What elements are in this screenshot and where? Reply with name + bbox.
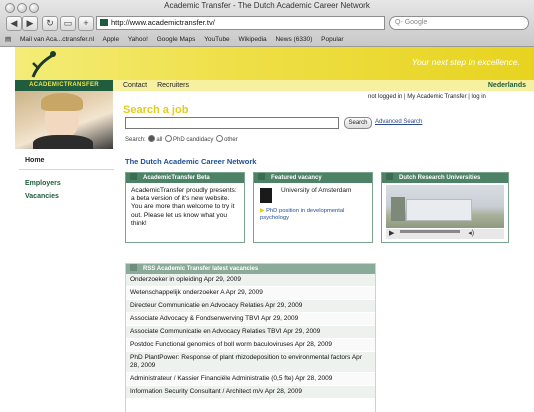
university-logo-icon [260,188,272,203]
featured-vacancy-box: Featured vacancy University of Amsterdam… [253,172,373,243]
url-bar[interactable]: http://www.academictransfer.tv/ [96,16,385,30]
bookmark-item[interactable]: News (6330) [275,36,312,43]
rss-item[interactable]: PhD PlantPower: Response of plant rhizod… [126,352,375,373]
box-header-icon [130,173,137,180]
back-icon[interactable]: ◀ [6,16,22,31]
rss-item[interactable]: Postdoc Functional genomics of boll worm… [126,339,375,352]
search-button[interactable]: Search [344,117,372,129]
bookmarks-icon[interactable]: ▤ [5,36,11,43]
bookmark-item[interactable]: Wikipedia [238,36,266,43]
header-photo [15,91,113,149]
bookmark-item[interactable]: Apple [102,36,119,43]
radio-all[interactable] [148,135,156,142]
featured-vacancy-text: PhD position in developmental psychology [260,208,345,221]
bookmark-item[interactable]: Yahoo! [128,36,148,43]
login-link[interactable]: log in [472,94,486,100]
rss-item[interactable]: Directeur Communicatie en Advocacy Relat… [126,300,375,313]
radio-phd[interactable] [165,135,173,142]
box-header-icon [386,173,393,180]
beta-box-title: AcademicTransfer Beta [143,175,210,181]
featured-box-header: Featured vacancy [254,173,372,183]
sidebar-item-employers[interactable]: Employers [25,180,61,187]
rss-box-title: RSS Academic Transfer latest vacancies [143,266,259,272]
login-bar: not logged in | My Academic Transfer | l… [368,94,486,100]
video-progress-bar[interactable] [400,230,461,233]
bookmark-item[interactable]: Google Maps [157,36,196,43]
top-nav: Contact Recruiters Nederlands [113,80,534,91]
sidebar-item-vacancies[interactable]: Vacancies [25,193,59,200]
featured-vacancy-link[interactable]: ▶ PhD position in developmental psycholo… [260,208,368,222]
beta-box-header: AcademicTransfer Beta [126,173,244,183]
radio-other-label: other [224,137,238,143]
box-header-icon [258,173,265,180]
featured-box-title: Featured vacancy [271,175,322,181]
rss-item[interactable]: Onderzoeker in opleiding Apr 29, 2009 [126,274,375,287]
nav-recruiters[interactable]: Recruiters [157,82,189,89]
radio-all-label: all [156,137,163,143]
bookmarks-bar: ▤ Mail van Aca...ctransfer.nl Apple Yaho… [0,34,534,46]
bookmark-icon[interactable]: ▭ [60,16,76,31]
page-content: Your next step in excellence. ACADEMICTR… [3,47,534,412]
browser-chrome: Academic Transfer - The Dutch Academic C… [0,0,534,47]
advanced-search-link[interactable]: Advanced Search [375,119,422,125]
rss-item[interactable]: Associate Advocacy & Fondsenwerving TBVI… [126,313,375,326]
search-filter-label: Search: [125,137,146,143]
rss-icon [130,264,137,271]
sidebar-item-home[interactable]: Home [25,157,44,164]
arrow-bullet-icon: ▶ [260,208,265,214]
sidebar-divider [19,169,114,170]
site-banner: Your next step in excellence. [15,47,534,80]
radio-phd-label: PhD candidacy [173,137,214,143]
forward-icon[interactable]: ▶ [22,16,38,31]
search-placeholder: Q- Google [395,19,428,26]
window-title: Academic Transfer - The Dutch Academic C… [164,1,370,10]
rss-item[interactable]: Administrateur / Kassier Financiële Admi… [126,373,375,386]
rss-item[interactable]: Associate Communicatie en Advocacy Relat… [126,326,375,339]
search-title: Search a job [123,104,189,116]
video-controls: ▶ ◂) [386,229,504,239]
beta-box-text: AcademicTransfer proudly presents: a bet… [131,187,237,227]
url-text: http://www.academictransfer.tv/ [111,18,215,27]
site-favicon-icon [100,19,108,26]
rss-vacancies-box: RSS Academic Transfer latest vacancies O… [125,263,376,412]
reload-icon[interactable]: ↻ [42,16,58,31]
featured-university: University of Amsterdam [281,187,352,194]
rss-list: Onderzoeker in opleiding Apr 29, 2009 We… [126,274,375,399]
job-search-input[interactable] [125,117,339,129]
nav-contact[interactable]: Contact [123,82,147,89]
plus-icon[interactable]: + [78,16,94,31]
nav-language[interactable]: Nederlands [488,80,526,91]
tagline: Your next step in excellence. [411,57,520,67]
volume-icon[interactable]: ◂) [468,230,474,237]
rss-box-header: RSS Academic Transfer latest vacancies [126,264,375,274]
page-title: The Dutch Academic Career Network [125,157,257,166]
title-bar: Academic Transfer - The Dutch Academic C… [0,0,534,14]
my-academic-transfer-link[interactable]: My Academic Transfer [407,94,466,100]
site-logo[interactable]: ACADEMICTRANSFER [15,80,113,91]
play-icon[interactable]: ▶ [389,230,394,237]
bookmark-item[interactable]: Popular [321,36,343,43]
login-status: not logged in [368,94,403,100]
rss-item[interactable]: Information Security Consultant / Archit… [126,386,375,399]
universities-box-title: Dutch Research Universities [399,175,481,181]
browser-search-input[interactable]: Q- Google [389,16,529,30]
radio-other[interactable] [216,135,224,142]
dutch-universities-box: Dutch Research Universities ▶ ◂) [381,172,509,243]
bookmark-item[interactable]: Mail van Aca...ctransfer.nl [20,36,94,43]
bookmark-item[interactable]: YouTube [204,36,230,43]
rss-item[interactable]: Wetenschappelijk onderzoeker A Apr 29, 2… [126,287,375,300]
universities-box-header: Dutch Research Universities [382,173,508,183]
video-player[interactable] [386,185,504,228]
logo-figure-icon [31,51,56,78]
search-filter: Search: all PhD candidacy other [125,135,238,143]
beta-box: AcademicTransfer Beta AcademicTransfer p… [125,172,245,243]
